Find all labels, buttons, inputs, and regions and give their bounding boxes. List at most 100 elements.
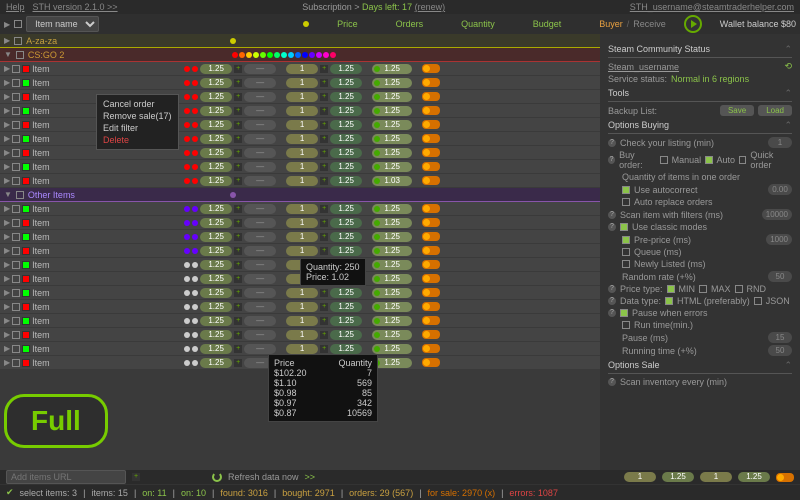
- renew-link[interactable]: (renew): [415, 2, 446, 12]
- price-value[interactable]: 1.25: [200, 260, 232, 270]
- autoreplace-checkbox[interactable]: [622, 198, 630, 206]
- orders-value[interactable]: —: [244, 344, 276, 354]
- json-checkbox[interactable]: [754, 297, 762, 305]
- orders-value[interactable]: —: [244, 316, 276, 326]
- row-toggle[interactable]: [422, 302, 440, 311]
- quantity-value[interactable]: 1: [286, 64, 318, 74]
- orders-value[interactable]: —: [244, 274, 276, 284]
- row-checkbox[interactable]: [12, 79, 20, 87]
- status-section-header[interactable]: Steam Community Status: [608, 44, 710, 55]
- color-swatch-icon[interactable]: [22, 65, 30, 73]
- orders-value[interactable]: —: [244, 106, 276, 116]
- buyer-header[interactable]: Buyer: [599, 19, 623, 29]
- row-toggle[interactable]: [422, 260, 440, 269]
- item-row[interactable]: ▶ Item 1.25 + — 1 + 1.25 1.25: [0, 104, 600, 118]
- buyer-value[interactable]: 1.25: [372, 218, 412, 228]
- row-toggle[interactable]: [422, 92, 440, 101]
- quantity-value[interactable]: 1: [286, 120, 318, 130]
- quantity-value[interactable]: 1: [286, 148, 318, 158]
- price-value[interactable]: 1.25: [200, 232, 232, 242]
- receive-header[interactable]: Receive: [633, 19, 666, 29]
- budget-value[interactable]: 1.25: [330, 246, 362, 256]
- options-sale-header[interactable]: Options Sale: [608, 360, 660, 371]
- color-swatch-icon[interactable]: [22, 107, 30, 115]
- orders-value[interactable]: —: [244, 302, 276, 312]
- load-button[interactable]: Load: [758, 105, 792, 116]
- orders-value[interactable]: —: [244, 148, 276, 158]
- row-toggle[interactable]: [422, 358, 440, 367]
- price-value[interactable]: 1.25: [200, 162, 232, 172]
- budget-value[interactable]: 1.25: [330, 78, 362, 88]
- manual-checkbox[interactable]: [660, 156, 667, 164]
- budget-value[interactable]: 1.25: [330, 232, 362, 242]
- item-row[interactable]: ▶ Item 1.25 + — 1 + 1.25 1.25: [0, 146, 600, 160]
- quantity-value[interactable]: 1: [286, 302, 318, 312]
- budget-value[interactable]: 1.25: [330, 64, 362, 74]
- row-checkbox[interactable]: [12, 359, 20, 367]
- price-value[interactable]: 1.25: [200, 302, 232, 312]
- row-toggle[interactable]: [422, 120, 440, 129]
- pause-errors-checkbox[interactable]: [620, 309, 628, 317]
- quantity-value[interactable]: 1: [286, 288, 318, 298]
- item-row[interactable]: ▶ Item 1.25 + — 1 + 1.25 1.25: [0, 118, 600, 132]
- budget-value[interactable]: 1.25: [330, 162, 362, 172]
- price-value[interactable]: 1.25: [200, 106, 232, 116]
- row-toggle[interactable]: [422, 232, 440, 241]
- item-row[interactable]: ▶ Item 1.25 + — 1 + 1.25 1.25: [0, 160, 600, 174]
- add-url-input[interactable]: [6, 470, 126, 484]
- orders-value[interactable]: —: [244, 134, 276, 144]
- price-header[interactable]: Price: [337, 19, 358, 29]
- quantity-value[interactable]: 1: [286, 232, 318, 242]
- buyer-value[interactable]: 1.25: [372, 316, 412, 326]
- color-swatch-icon[interactable]: [22, 149, 30, 157]
- row-toggle[interactable]: [422, 246, 440, 255]
- item-row[interactable]: ▶ Item 1.25 + — 1 + 1.25 1.25: [0, 244, 600, 258]
- buyer-value[interactable]: 1.25: [372, 162, 412, 172]
- color-swatch-icon[interactable]: [22, 233, 30, 241]
- options-buying-header[interactable]: Options Buying: [608, 120, 669, 131]
- row-toggle[interactable]: [422, 204, 440, 213]
- color-swatch-icon[interactable]: [22, 303, 30, 311]
- context-menu[interactable]: Cancel order Remove sale (17) Edit filte…: [96, 94, 179, 150]
- save-button[interactable]: Save: [720, 105, 754, 116]
- item-row[interactable]: ▶ Item 1.25 + — 1 + 1.25 1.25: [0, 76, 600, 90]
- row-checkbox[interactable]: [12, 121, 20, 129]
- auto-checkbox[interactable]: [705, 156, 712, 164]
- color-swatch-icon[interactable]: [22, 177, 30, 185]
- orders-value[interactable]: —: [244, 92, 276, 102]
- budget-value[interactable]: 1.25: [330, 344, 362, 354]
- item-row[interactable]: ▶ Item 1.25 + — 1 + 1.25 1.25: [0, 300, 600, 314]
- color-swatch-icon[interactable]: [22, 359, 30, 367]
- row-checkbox[interactable]: [12, 247, 20, 255]
- orders-value[interactable]: —: [244, 120, 276, 130]
- budget-value[interactable]: 1.25: [330, 288, 362, 298]
- select-all-checkbox[interactable]: [14, 20, 22, 28]
- group-header-azaza[interactable]: ▶ A-za-za: [0, 34, 600, 48]
- orders-value[interactable]: —: [244, 162, 276, 172]
- html-checkbox[interactable]: [665, 297, 673, 305]
- row-checkbox[interactable]: [12, 345, 20, 353]
- price-value[interactable]: 1.25: [200, 120, 232, 130]
- buyer-value[interactable]: 1.25: [372, 302, 412, 312]
- item-row[interactable]: ▶ Item 1.25 + — 1 + 1.25 1.25: [0, 132, 600, 146]
- orders-value[interactable]: —: [244, 232, 276, 242]
- color-swatch-icon[interactable]: [22, 261, 30, 269]
- quantity-value[interactable]: 1: [286, 218, 318, 228]
- quantity-value[interactable]: 1: [286, 176, 318, 186]
- quantity-value[interactable]: 1: [286, 204, 318, 214]
- budget-value[interactable]: 1.25: [330, 92, 362, 102]
- price-value[interactable]: 1.25: [200, 204, 232, 214]
- quantity-value[interactable]: 1: [286, 344, 318, 354]
- price-value[interactable]: 1.25: [200, 176, 232, 186]
- row-checkbox[interactable]: [12, 177, 20, 185]
- price-value[interactable]: 1.25: [200, 246, 232, 256]
- row-checkbox[interactable]: [12, 261, 20, 269]
- row-toggle[interactable]: [422, 78, 440, 87]
- row-toggle[interactable]: [422, 274, 440, 283]
- price-value[interactable]: 1.25: [200, 148, 232, 158]
- color-swatch-icon[interactable]: [22, 247, 30, 255]
- group-header-other[interactable]: ▼ Other Items: [0, 188, 600, 202]
- item-row[interactable]: ▶ Item 1.25 + — 1 + 1.25 1.25: [0, 62, 600, 76]
- row-checkbox[interactable]: [12, 135, 20, 143]
- refresh-label[interactable]: Refresh data now: [228, 472, 299, 482]
